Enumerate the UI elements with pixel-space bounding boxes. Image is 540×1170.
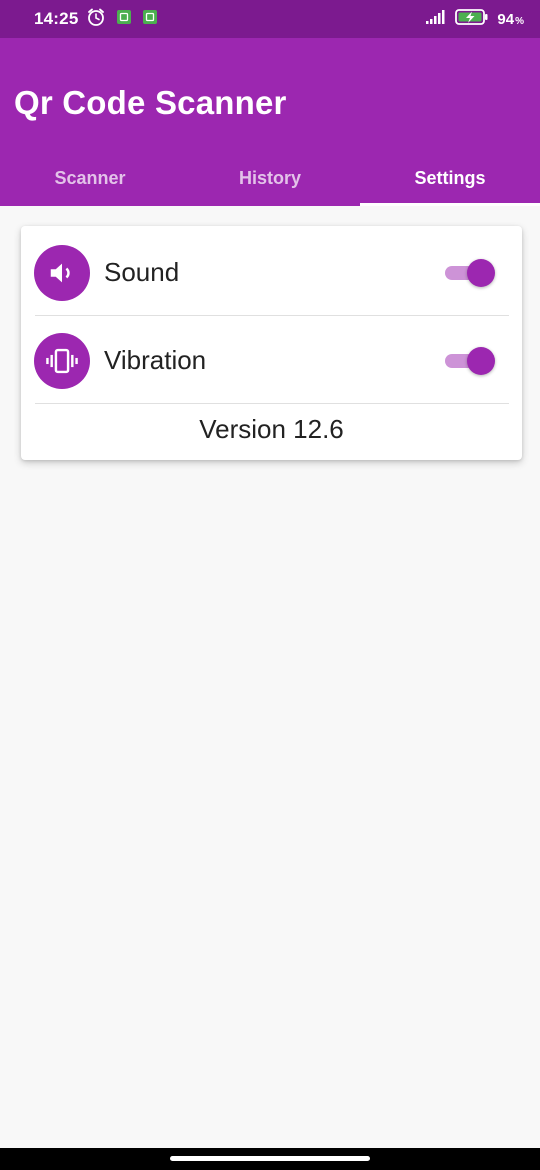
notification-app-icon — [116, 9, 132, 30]
app-title: Qr Code Scanner — [14, 84, 287, 121]
tab-indicator — [360, 203, 540, 206]
sound-toggle-thumb — [467, 259, 495, 287]
vibration-toggle[interactable] — [445, 346, 497, 376]
status-right-icons: 94 % — [425, 8, 524, 30]
signal-icon — [425, 9, 447, 29]
app-bar: Qr Code Scanner Scanner History Settings — [0, 38, 540, 206]
notification-app-icon — [142, 9, 158, 30]
tab-settings-label: Settings — [414, 167, 486, 188]
system-nav-bar — [0, 1148, 540, 1170]
tab-settings[interactable]: Settings — [360, 150, 540, 206]
sound-setting-row[interactable]: Sound — [21, 228, 522, 316]
tab-scanner[interactable]: Scanner — [0, 150, 180, 206]
alarm-icon — [86, 7, 106, 32]
status-bar: 14:25 94 % — [0, 0, 540, 38]
sound-label: Sound — [104, 257, 180, 287]
divider — [35, 403, 509, 404]
settings-card: Sound Vibration Version 12.6 — [21, 226, 522, 460]
version-text: Version 12.6 — [199, 414, 344, 444]
status-time: 14:25 — [34, 9, 79, 28]
tab-bar: Scanner History Settings — [0, 150, 540, 206]
battery-level: 94 — [497, 10, 515, 28]
tab-history[interactable]: History — [180, 150, 360, 206]
vibration-setting-row[interactable]: Vibration — [21, 316, 522, 404]
vibration-icon — [34, 333, 90, 389]
battery-unit: % — [515, 15, 524, 27]
battery-charging-icon — [455, 8, 489, 30]
volume-icon — [34, 245, 90, 301]
status-notification-icons — [86, 7, 158, 32]
home-indicator[interactable] — [170, 1156, 370, 1161]
sound-toggle[interactable] — [445, 258, 497, 288]
vibration-toggle-thumb — [467, 347, 495, 375]
vibration-label: Vibration — [104, 345, 207, 375]
